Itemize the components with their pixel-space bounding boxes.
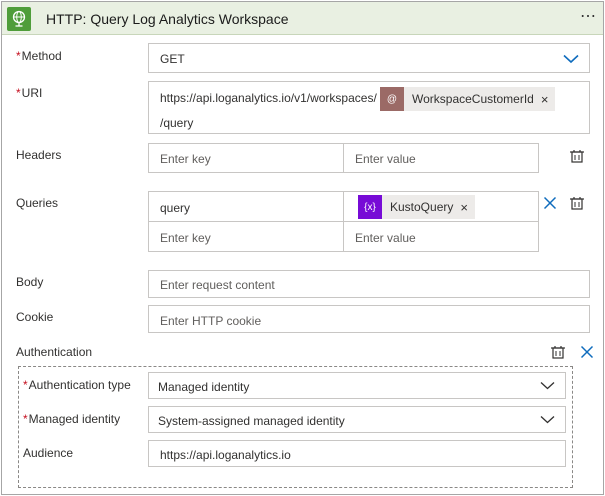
- kusto-query-token[interactable]: {x} KustoQuery ×: [358, 195, 475, 219]
- uri-label: *URI: [16, 86, 42, 100]
- required-mark: *: [23, 412, 28, 426]
- headers-value-placeholder: Enter value: [355, 152, 416, 166]
- queries-value-input-2[interactable]: Enter value: [343, 221, 539, 252]
- uri-label-text: URI: [21, 86, 43, 100]
- managed-identity-label: *Managed identity: [23, 412, 120, 426]
- http-action-card: HTTP: Query Log Analytics Workspace ⋯ *M…: [1, 1, 604, 495]
- required-mark: *: [16, 86, 21, 100]
- queries-key-value: query: [160, 201, 191, 215]
- headers-value-input[interactable]: Enter value: [343, 143, 539, 173]
- cookie-placeholder: Enter HTTP cookie: [160, 314, 262, 328]
- chevron-down-icon: [563, 54, 579, 64]
- switch-to-text-mode-icon[interactable]: [550, 344, 566, 360]
- switch-to-text-mode-icon[interactable]: [569, 148, 585, 164]
- uri-workspace-token[interactable]: @ WorkspaceCustomerId ×: [380, 87, 556, 111]
- method-value: GET: [160, 52, 185, 66]
- remove-token-icon[interactable]: ×: [460, 200, 468, 215]
- body-placeholder: Enter request content: [160, 278, 275, 292]
- required-mark: *: [16, 49, 21, 63]
- switch-to-text-mode-icon[interactable]: [569, 195, 585, 211]
- card-header[interactable]: HTTP: Query Log Analytics Workspace ⋯: [2, 2, 603, 35]
- body-input[interactable]: Enter request content: [148, 270, 590, 298]
- queries-label: Queries: [16, 196, 59, 210]
- remove-token-icon[interactable]: ×: [541, 92, 549, 107]
- body-label: Body: [16, 275, 44, 289]
- card-title: HTTP: Query Log Analytics Workspace: [46, 11, 289, 27]
- authentication-type-label-text: Authentication type: [28, 378, 131, 392]
- kusto-token-label: KustoQuery: [390, 200, 454, 214]
- authentication-type-value: Managed identity: [158, 380, 250, 394]
- method-dropdown[interactable]: GET: [148, 43, 590, 73]
- authentication-type-dropdown[interactable]: Managed identity: [148, 372, 566, 399]
- headers-key-input[interactable]: Enter key: [148, 143, 344, 173]
- queries-value-placeholder: Enter value: [355, 231, 416, 245]
- headers-label: Headers: [16, 148, 62, 162]
- globe-icon: [7, 7, 31, 31]
- managed-identity-label-text: Managed identity: [28, 412, 121, 426]
- expression-icon: @: [380, 87, 404, 111]
- method-label: *Method: [16, 49, 62, 63]
- managed-identity-value: System-assigned managed identity: [158, 414, 345, 428]
- chevron-down-icon: [540, 416, 555, 424]
- queries-key-input-2[interactable]: Enter key: [148, 221, 344, 252]
- queries-key-input-1[interactable]: query: [148, 191, 344, 222]
- method-label-text: Method: [21, 49, 62, 63]
- cookie-label: Cookie: [16, 310, 54, 324]
- audience-input[interactable]: https://api.loganalytics.io: [148, 440, 566, 467]
- authentication-type-label: *Authentication type: [23, 378, 131, 392]
- uri-suffix-text: /query: [160, 116, 194, 130]
- remove-authentication-icon[interactable]: [580, 345, 594, 359]
- uri-input[interactable]: https://api.loganalytics.io/v1/workspace…: [148, 81, 590, 134]
- variable-icon: {x}: [358, 195, 382, 219]
- more-options-button[interactable]: ⋯: [580, 6, 597, 26]
- audience-label: Audience: [23, 446, 74, 460]
- authentication-label: Authentication: [16, 345, 93, 359]
- cookie-input[interactable]: Enter HTTP cookie: [148, 305, 590, 333]
- queries-key-placeholder: Enter key: [160, 231, 211, 245]
- delete-row-icon[interactable]: [543, 196, 557, 210]
- chevron-down-icon: [540, 382, 555, 390]
- managed-identity-dropdown[interactable]: System-assigned managed identity: [148, 406, 566, 433]
- audience-value: https://api.loganalytics.io: [160, 448, 291, 462]
- required-mark: *: [23, 378, 28, 392]
- uri-token-label: WorkspaceCustomerId: [412, 92, 534, 106]
- queries-value-input-1[interactable]: {x} KustoQuery ×: [343, 191, 539, 222]
- headers-key-placeholder: Enter key: [160, 152, 211, 166]
- uri-prefix-text: https://api.loganalytics.io/v1/workspace…: [160, 91, 377, 105]
